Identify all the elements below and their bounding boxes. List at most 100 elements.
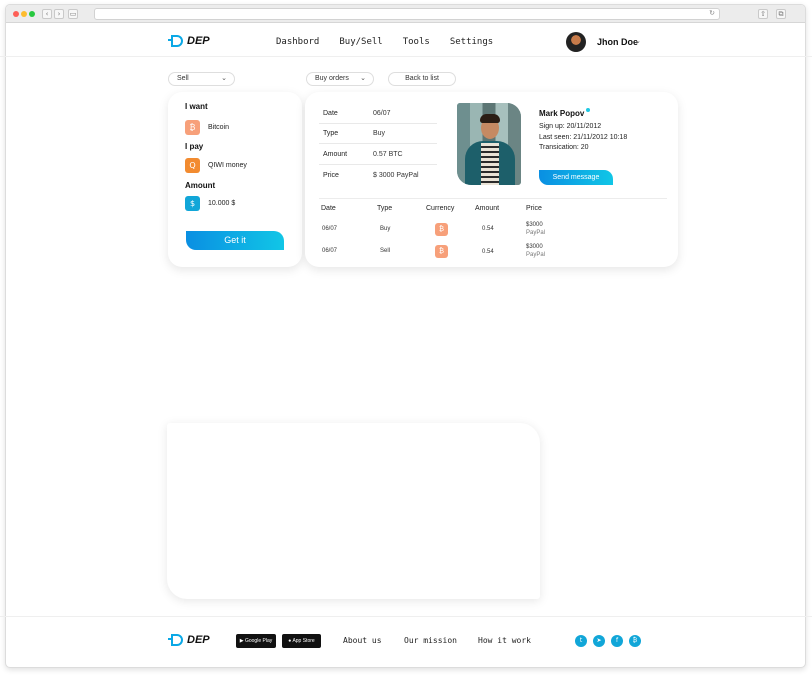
avatar[interactable] [566, 32, 586, 52]
row-price-value: $3000 [526, 222, 543, 228]
profile-transactions: Transication: 20 [539, 144, 589, 151]
order-key: Type [323, 130, 339, 137]
dollar-icon: $ [185, 196, 200, 211]
header-divider [0, 56, 812, 57]
want-currency[interactable]: ₿ Bitcoin [185, 120, 229, 135]
pay-currency-name: QIWI money [208, 162, 247, 169]
dep-logo-icon [168, 634, 183, 646]
facebook-icon[interactable]: f [611, 635, 623, 647]
col-date: Date [321, 205, 336, 212]
exchange-card: I want ₿ Bitcoin I pay Q QIWI money Amou… [168, 92, 302, 267]
order-card: Date 06/07 Type Buy Amount 0.57 BTC Pric… [305, 92, 678, 267]
amount-value: 10.000 $ [208, 200, 236, 207]
pay-label: I pay [185, 142, 204, 151]
order-row-amount: Amount 0.57 BTC [319, 145, 437, 165]
online-status-icon [586, 108, 590, 112]
order-key: Amount [323, 151, 348, 158]
order-value: 06/07 [373, 110, 391, 117]
row-type: Sell [380, 248, 391, 254]
dep-logo-icon [168, 35, 183, 47]
address-bar[interactable]: ↻ [94, 8, 720, 20]
row-amount: 0.54 [482, 249, 494, 255]
minimize-window-button[interactable] [21, 11, 27, 17]
side-select-value: Sell [177, 75, 189, 82]
sidebar-icon[interactable]: ▭ [68, 9, 78, 19]
order-row-type: Type Buy [319, 124, 437, 144]
main-nav: Dashbord Buy/Sell Tools Settings [276, 37, 493, 47]
order-row-date: Date 06/07 [319, 104, 437, 124]
row-price-value: $3000 [526, 244, 543, 250]
footer-link-about[interactable]: About us [343, 636, 382, 645]
twitter-icon[interactable]: t [575, 635, 587, 647]
footer-logo[interactable]: DEP [168, 634, 210, 646]
chevron-down-icon: ⌄ [360, 75, 366, 82]
row-price: $3000 PayPal [526, 243, 545, 259]
col-price: Price [526, 205, 542, 212]
back-to-list-button[interactable]: Back to list [388, 72, 456, 86]
bitcoin-icon: ₿ [435, 245, 448, 258]
chevron-down-icon: ⌄ [221, 75, 227, 82]
chevron-down-icon[interactable]: ⌄ [635, 37, 641, 45]
row-date: 06/07 [322, 248, 338, 254]
tabs-icon[interactable]: ⧉ [776, 9, 786, 19]
nav-buy-sell[interactable]: Buy/Sell [339, 37, 382, 47]
row-price-method: PayPal [526, 230, 546, 236]
col-amount: Amount [475, 205, 500, 212]
reload-icon[interactable]: ↻ [709, 9, 715, 17]
nav-settings[interactable]: Settings [450, 37, 493, 47]
profile-photo [457, 103, 521, 185]
profile-last-seen: Last seen: 21/11/2012 10:18 [539, 134, 628, 141]
google-play-label: Google Play [244, 638, 273, 644]
bitcoin-social-icon[interactable]: ₿ [629, 635, 641, 647]
want-currency-name: Bitcoin [208, 124, 230, 131]
order-value: $ 3000 PayPal [373, 172, 419, 179]
row-price-method: PayPal [526, 252, 546, 258]
amount-field[interactable]: $ 10.000 $ [185, 196, 235, 211]
share-icon[interactable]: ⇧ [758, 9, 768, 19]
pay-currency[interactable]: Q QIWI money [185, 158, 247, 173]
bitcoin-icon: ₿ [185, 120, 200, 135]
brand-logo[interactable]: DEP [168, 35, 210, 47]
google-play-button[interactable]: ▶ Google Play [236, 634, 276, 648]
footer-link-mission[interactable]: Our mission [404, 636, 457, 645]
telegram-icon[interactable]: ➤ [593, 635, 605, 647]
col-type: Type [377, 205, 393, 212]
browser-toolbar: ‹ › ▭ ↻ ⇧ ⧉ [6, 5, 805, 23]
want-label: I want [185, 102, 208, 111]
footer-divider [0, 616, 812, 617]
qiwi-icon: Q [185, 158, 200, 173]
profile-signup: Sign up: 20/11/2012 [539, 123, 602, 130]
row-type: Buy [380, 226, 391, 232]
close-window-button[interactable] [13, 11, 19, 17]
footer-link-how[interactable]: How it work [478, 636, 531, 645]
order-key: Date [323, 110, 338, 117]
app-store-label: App Store [292, 638, 315, 644]
col-currency: Currency [426, 205, 455, 212]
footer-brand-name: DEP [187, 634, 210, 646]
order-value: Buy [373, 130, 386, 137]
send-message-button[interactable]: Send message [539, 170, 613, 185]
maximize-window-button[interactable] [29, 11, 35, 17]
back-arrow-icon[interactable]: ‹ [42, 9, 52, 19]
order-value: 0.57 BTC [373, 151, 403, 158]
side-select[interactable]: Sell ⌄ [168, 72, 235, 86]
app-store-button[interactable]: ● App Store [282, 634, 321, 648]
get-it-button[interactable]: Get it [186, 231, 284, 250]
table-divider [319, 198, 667, 199]
empty-panel [167, 423, 540, 599]
brand-name: DEP [187, 35, 210, 47]
row-date: 06/07 [322, 226, 338, 232]
row-amount: 0.54 [482, 226, 494, 232]
nav-tools[interactable]: Tools [403, 37, 430, 47]
nav-dashbord[interactable]: Dashbord [276, 37, 319, 47]
order-row-price: Price $ 3000 PayPal [319, 166, 437, 186]
orders-select[interactable]: Buy orders ⌄ [306, 72, 374, 86]
user-name[interactable]: Jhon Doe [597, 37, 638, 47]
profile-name: Mark Popov [539, 109, 585, 118]
bitcoin-icon: ₿ [435, 223, 448, 236]
forward-arrow-icon[interactable]: › [54, 9, 64, 19]
order-key: Price [323, 172, 339, 179]
amount-label: Amount [185, 181, 216, 190]
row-price: $3000 PayPal [526, 221, 545, 237]
orders-select-value: Buy orders [315, 75, 349, 82]
